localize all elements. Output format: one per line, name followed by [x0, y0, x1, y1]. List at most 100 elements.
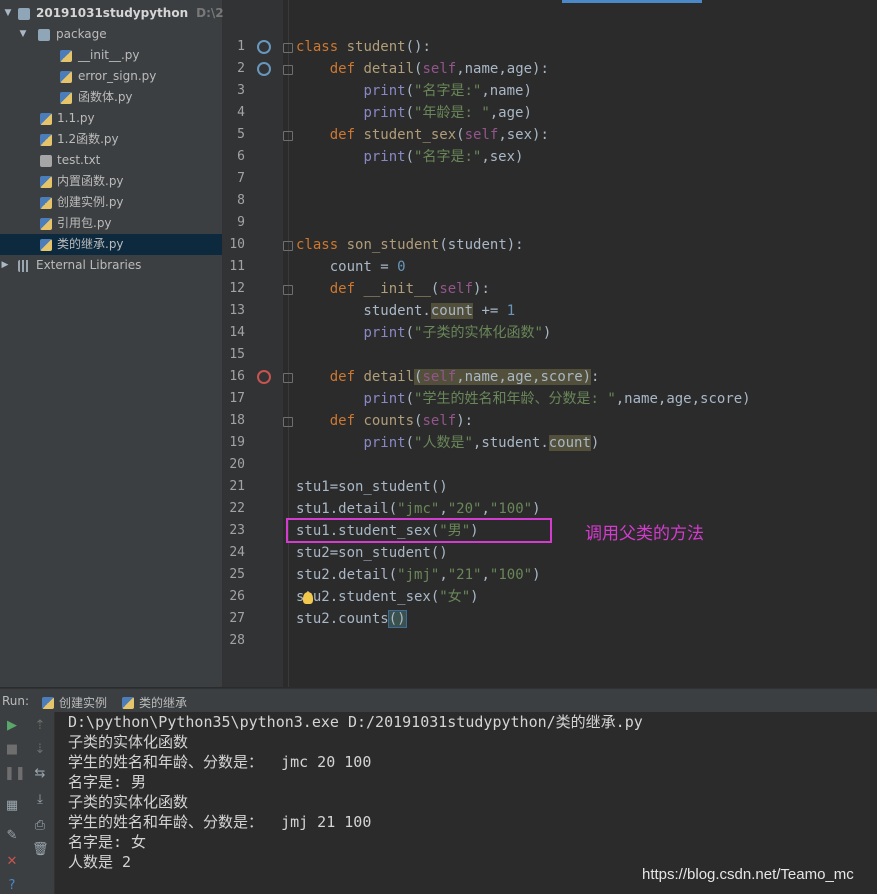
line-number: 9 [237, 215, 245, 230]
stop-icon[interactable]: ■ [4, 742, 20, 758]
override-method-icon[interactable] [257, 40, 271, 54]
trash-icon[interactable]: 🗑 [32, 842, 49, 858]
line-number: 11 [229, 259, 245, 274]
fold-marker-icon[interactable] [283, 241, 293, 251]
line-number: 13 [229, 303, 245, 318]
scroll-to-end-icon[interactable]: ⤓ [32, 792, 48, 808]
python-file-icon [122, 697, 134, 709]
help-icon[interactable]: ? [4, 878, 20, 894]
code-text: def counts(self): [329, 413, 474, 429]
code-line: 14 print("子类的实体化函数") [0, 322, 877, 344]
chevron-down-icon[interactable]: ▼ [3, 3, 13, 24]
code-line: 4 print("年龄是: ",age) [0, 102, 877, 124]
code-line: 28 [0, 630, 877, 652]
line-number: 21 [229, 479, 245, 494]
line-number: 26 [229, 589, 245, 604]
tab-label: 类的继承 [139, 696, 188, 710]
arrow-down-icon[interactable]: ⇣ [32, 742, 48, 758]
code-line: 11 count = 0 [0, 256, 877, 278]
code-text: def detail(self,name,age,score): [329, 369, 600, 385]
run-toolbar: Run: 创建实例 类的继承 [0, 688, 877, 713]
line-number: 2 [237, 61, 245, 76]
line-number: 6 [237, 149, 245, 164]
fold-marker-icon[interactable] [283, 65, 293, 75]
line-number: 3 [237, 83, 245, 98]
code-text: stu2.student_sex("女") [296, 589, 479, 605]
console-line: 人数是 2 [68, 853, 132, 871]
line-number: 8 [237, 193, 245, 208]
line-number: 24 [229, 545, 245, 560]
run-label: Run: [2, 694, 30, 708]
code-line: 17 print("学生的姓名和年龄、分数是: ",name,age,score… [0, 388, 877, 410]
console-line: 子类的实体化函数 [68, 793, 189, 811]
override-method-icon[interactable] [257, 62, 271, 76]
console-line: D:\python\Python35\python3.exe D:/201910… [68, 713, 643, 731]
run-tab-create-instance[interactable]: 创建实例 [42, 694, 107, 711]
print-icon[interactable]: ⎙ [32, 818, 48, 834]
code-line: 19 print("人数是",student.count) [0, 432, 877, 454]
code-text: print("名字是:",name) [363, 83, 532, 99]
folder-icon [18, 8, 30, 20]
line-number: 28 [229, 633, 245, 648]
lightbulb-icon[interactable] [303, 592, 313, 604]
python-file-icon [42, 697, 54, 709]
line-number: 25 [229, 567, 245, 582]
code-text: stu1.detail("jmc","20","100") [296, 501, 541, 517]
code-line: 6 print("名字是:",sex) [0, 146, 877, 168]
code-text: print("年龄是: ",age) [363, 105, 532, 121]
line-number: 14 [229, 325, 245, 340]
arrow-up-icon[interactable]: ⇡ [32, 718, 48, 734]
code-text: print("学生的姓名和年龄、分数是: ",name,age,score) [363, 391, 751, 407]
overriding-method-icon[interactable] [257, 370, 271, 384]
line-number: 12 [229, 281, 245, 296]
code-line: 13 student.count += 1 [0, 300, 877, 322]
pause-icon[interactable]: ❚❚ [4, 766, 26, 782]
fold-marker-icon[interactable] [283, 131, 293, 141]
tree-root[interactable]: ▼ 20191031studypythonD:\2019 [0, 3, 249, 24]
run-tool-column: ▶ ■ ❚❚ ▦ ✎ ✕ ? [0, 712, 26, 894]
code-text: stu2.detail("jmj","21","100") [296, 567, 541, 583]
code-text: def detail(self,name,age): [329, 61, 549, 77]
line-number: 22 [229, 501, 245, 516]
code-text: stu2=son_student() [296, 545, 448, 561]
fold-marker-icon[interactable] [283, 417, 293, 427]
code-line: 16 def detail(self,name,age,score): [0, 366, 877, 388]
line-number: 16 [229, 369, 245, 384]
code-line: 10 class son_student(student): [0, 234, 877, 256]
soft-wrap-icon[interactable]: ⇆ [32, 766, 48, 782]
code-line: 20 [0, 454, 877, 476]
code-text: count = 0 [296, 259, 406, 275]
editor-scroll-indicator [562, 0, 702, 3]
code-line: 5 def student_sex(self,sex): [0, 124, 877, 146]
close-icon[interactable]: ✕ [4, 854, 20, 870]
project-name: 20191031studypython [36, 6, 189, 20]
fold-marker-icon[interactable] [283, 373, 293, 383]
code-line: 26 stu2.student_sex("女") [0, 586, 877, 608]
pin-icon[interactable]: ✎ [4, 828, 20, 844]
line-number: 18 [229, 413, 245, 428]
fold-marker-icon[interactable] [283, 43, 293, 53]
line-number: 27 [229, 611, 245, 626]
code-line: 7 [0, 168, 877, 190]
code-text: print("子类的实体化函数") [363, 325, 552, 341]
code-text: print("名字是:",sex) [363, 149, 524, 165]
run-icon[interactable]: ▶ [4, 718, 20, 734]
code-text: def student_sex(self,sex): [329, 127, 549, 143]
line-number: 4 [237, 105, 245, 120]
line-number: 15 [229, 347, 245, 362]
code-line: 25 stu2.detail("jmj","21","100") [0, 564, 877, 586]
code-text: stu2.counts() [296, 610, 407, 628]
code-line: 15 [0, 344, 877, 366]
console-line: 名字是: 男 [68, 773, 147, 791]
line-number: 7 [237, 171, 245, 186]
line-number: 1 [237, 39, 245, 54]
annotation-box [286, 518, 552, 543]
code-line: 18 def counts(self): [0, 410, 877, 432]
console-line: 子类的实体化函数 [68, 733, 189, 751]
code-text: def __init__(self): [329, 281, 490, 297]
code-line: 27 stu2.counts() [0, 608, 877, 630]
run-tab-inheritance[interactable]: 类的继承 [122, 694, 187, 711]
console-line: 学生的姓名和年龄、分数是： jmc 20 100 [68, 753, 372, 771]
fold-marker-icon[interactable] [283, 285, 293, 295]
dump-threads-icon[interactable]: ▦ [4, 798, 20, 814]
